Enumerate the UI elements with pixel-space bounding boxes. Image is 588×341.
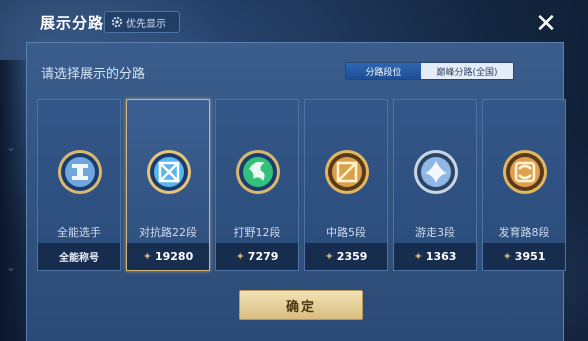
- all-round-badge-icon: [58, 150, 102, 194]
- clash-lane-badge-icon: [147, 150, 191, 194]
- confirm-button[interactable]: 确定: [239, 290, 363, 320]
- lane-score: 19280: [154, 250, 194, 263]
- lane-card-mid[interactable]: 中路5段 ✦ 2359: [304, 99, 388, 271]
- lane-score: 7279: [247, 250, 279, 263]
- farm-lane-badge-icon: [503, 150, 547, 194]
- lane-footer: 全能称号: [38, 243, 120, 270]
- chevron-down-icon: ⌄: [6, 140, 17, 154]
- side-panel-left: ⌄ ⌄: [0, 60, 26, 341]
- priority-display-label: 优先显示: [126, 18, 166, 30]
- score-icon: ✦: [502, 250, 512, 263]
- lane-footer: ✦ 7279: [216, 243, 298, 270]
- lane-name: 对抗路22段: [139, 226, 197, 239]
- title-text: 全能称号: [59, 253, 99, 264]
- score-icon: ✦: [413, 250, 423, 263]
- lane-score: 3951: [514, 250, 546, 263]
- score-icon: ✦: [324, 250, 334, 263]
- lane-footer: ✦ 1363: [394, 243, 476, 270]
- lane-name: 打野12段: [233, 226, 281, 239]
- roam-badge-icon: [414, 150, 458, 194]
- lane-score: 2359: [336, 250, 368, 263]
- close-button[interactable]: ✕: [532, 10, 560, 38]
- lane-card-all-round[interactable]: 全能选手 全能称号: [37, 99, 121, 271]
- tab-bar: 分路段位 巅峰分路(全国): [345, 62, 514, 80]
- lane-card-clash[interactable]: 对抗路22段 ✦ 19280: [126, 99, 210, 271]
- score-icon: ✦: [142, 250, 152, 263]
- tab-peak-lane-national[interactable]: 巅峰分路(全国): [421, 63, 513, 79]
- lane-footer: ✦ 19280: [127, 243, 209, 270]
- lane-card-jungle[interactable]: 打野12段 ✦ 7279: [215, 99, 299, 271]
- page-title: 展示分路: [40, 14, 105, 32]
- tab-lane-rank[interactable]: 分路段位: [346, 63, 421, 79]
- lane-footer: ✦ 3951: [483, 243, 565, 270]
- score-icon: ✦: [235, 250, 245, 263]
- dialog-subtitle: 请选择展示的分路: [41, 67, 146, 82]
- lane-card-roam[interactable]: 游走3段 ✦ 1363: [393, 99, 477, 271]
- lane-card-list: 全能选手 全能称号 对抗路22段 ✦ 19280 打野12段 ✦ 7279 中路…: [37, 99, 566, 271]
- lane-footer: ✦ 2359: [305, 243, 387, 270]
- lane-card-farm[interactable]: 发育路8段 ✦ 3951: [482, 99, 566, 271]
- lane-select-dialog: 请选择展示的分路 分路段位 巅峰分路(全国) 全能选手 全能称号 对抗路22段 …: [26, 42, 566, 341]
- lane-name: 游走3段: [415, 226, 455, 239]
- gear-icon: [111, 16, 123, 28]
- lane-score: 1363: [425, 250, 457, 263]
- lane-name: 全能选手: [57, 226, 101, 239]
- jungle-badge-icon: [236, 150, 280, 194]
- priority-display-button[interactable]: 优先显示: [104, 11, 180, 33]
- chevron-down-icon: ⌄: [6, 260, 17, 274]
- lane-name: 中路5段: [326, 226, 366, 239]
- mid-lane-badge-icon: [325, 150, 369, 194]
- lane-name: 发育路8段: [498, 226, 550, 239]
